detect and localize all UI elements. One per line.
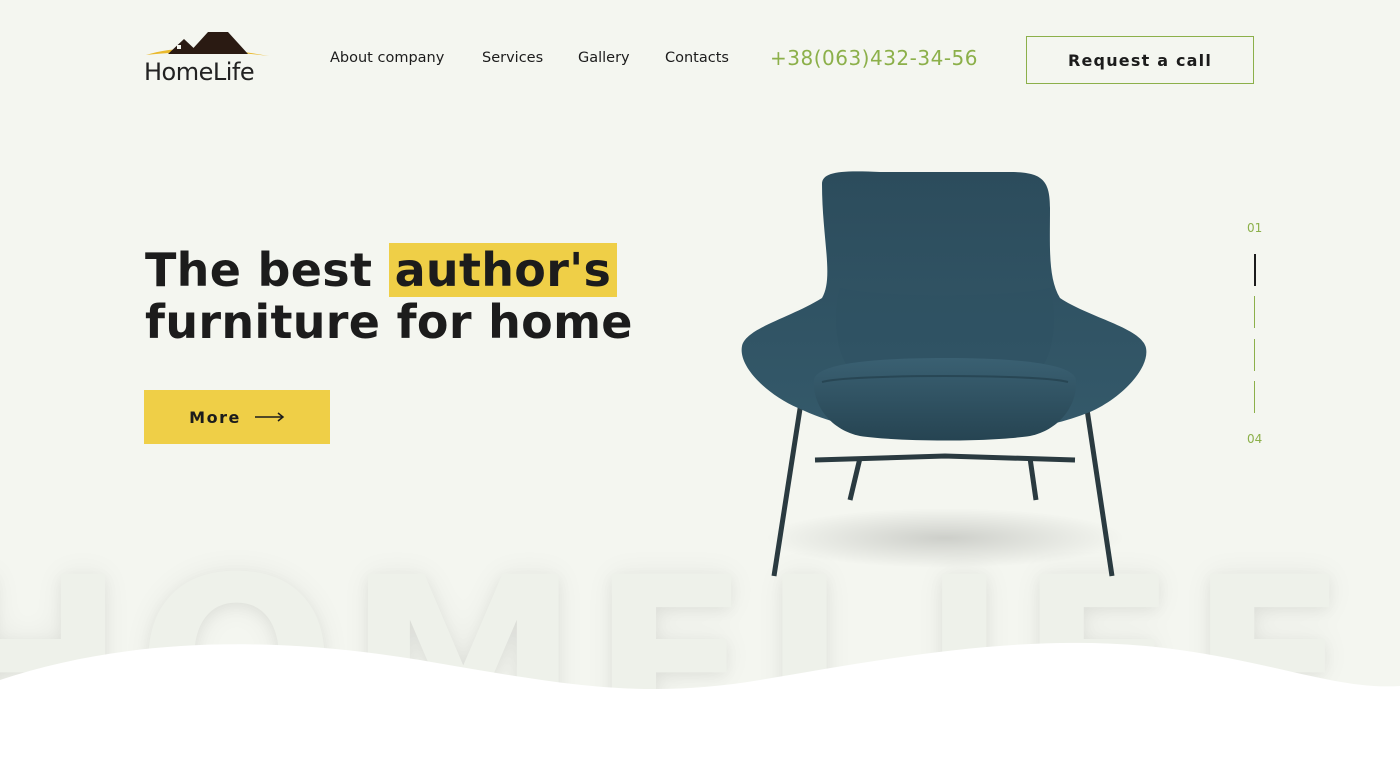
nav-services[interactable]: Services: [482, 50, 543, 66]
slide-indicator-3[interactable]: [1254, 339, 1255, 371]
bottom-wave: [0, 642, 1400, 768]
more-button[interactable]: More: [144, 390, 330, 444]
nav-contacts[interactable]: Contacts: [665, 50, 729, 66]
more-button-label: More: [189, 407, 241, 427]
logo[interactable]: HomeLife: [144, 30, 279, 88]
armchair-image: [741, 171, 1147, 577]
hero-title-highlight: author's: [388, 243, 618, 297]
hero-title-part1: The best: [145, 243, 389, 297]
slide-indicator-4[interactable]: [1254, 381, 1255, 413]
arrow-right-icon: [254, 412, 285, 422]
nav-gallery[interactable]: Gallery: [578, 50, 630, 66]
phone-link[interactable]: +38(063)432-34-56: [770, 46, 978, 70]
slide-last-number: 04: [1247, 432, 1263, 446]
hero-title-line2: furniture for home: [145, 295, 633, 349]
slide-first-number: 01: [1247, 221, 1263, 235]
logo-text: HomeLife: [144, 58, 255, 86]
slide-indicator-1[interactable]: [1254, 254, 1256, 286]
hero-title: The best author's furniture for home: [145, 243, 633, 349]
slide-indicator-2[interactable]: [1254, 296, 1255, 328]
request-call-button[interactable]: Request a call: [1026, 36, 1254, 84]
nav-about-company[interactable]: About company: [330, 50, 444, 66]
